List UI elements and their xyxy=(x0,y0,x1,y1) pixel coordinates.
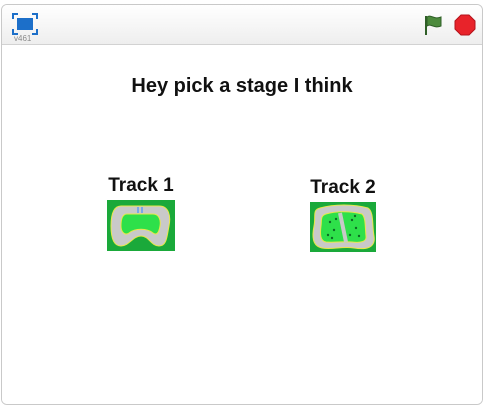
stage-title: Hey pick a stage I think xyxy=(131,75,353,97)
stage[interactable]: Hey pick a stage I think Track 1 Track 2 xyxy=(2,45,482,404)
green-flag-icon xyxy=(425,15,442,35)
track-2-thumbnail[interactable] xyxy=(310,202,376,252)
track-1-thumbnail[interactable] xyxy=(107,200,175,251)
project-player: v461 Hey pick a stage I think Track 1 Tr… xyxy=(1,4,483,405)
version-label: v461 xyxy=(14,34,32,43)
fullscreen-button[interactable] xyxy=(12,13,38,35)
track-1-label: Track 1 xyxy=(108,175,174,196)
track-2-option[interactable]: Track 2 xyxy=(293,177,393,252)
stop-icon xyxy=(454,14,476,36)
track-1-option[interactable]: Track 1 xyxy=(91,175,191,251)
green-flag-button[interactable] xyxy=(422,14,444,36)
stop-button[interactable] xyxy=(454,14,476,36)
fullscreen-icon xyxy=(12,13,38,35)
player-toolbar: v461 xyxy=(2,5,482,45)
track-2-label: Track 2 xyxy=(310,177,376,198)
